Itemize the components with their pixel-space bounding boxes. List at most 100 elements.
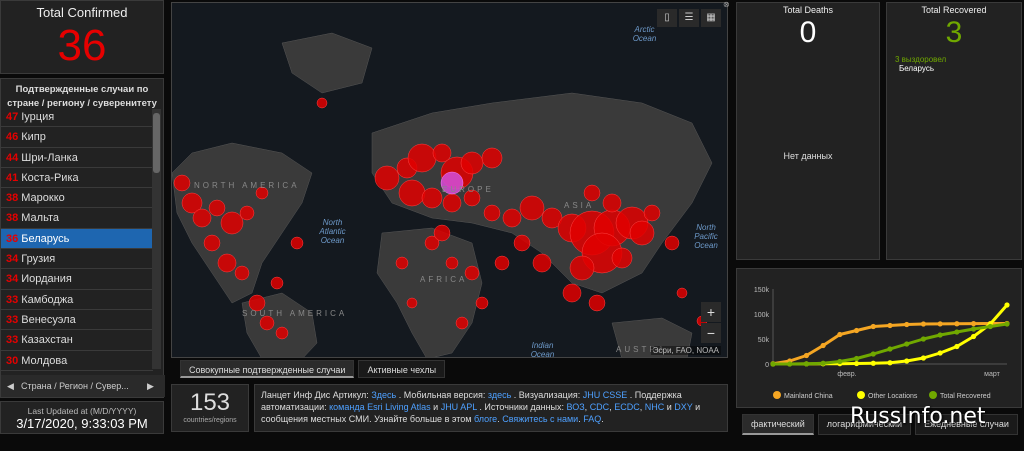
- prev-arrow-icon[interactable]: ◀: [7, 375, 14, 397]
- case-bubble[interactable]: [291, 237, 303, 249]
- country-row[interactable]: 36Беларусь: [1, 229, 153, 249]
- case-bubble[interactable]: [589, 295, 605, 311]
- case-bubble[interactable]: [665, 236, 679, 250]
- scroll-thumb[interactable]: [153, 113, 160, 173]
- case-bubble[interactable]: [503, 209, 521, 227]
- case-bubble[interactable]: [434, 225, 450, 241]
- country-row[interactable]: 46Кипр: [1, 127, 153, 147]
- series-line-3: [923, 335, 940, 339]
- case-bubble[interactable]: [603, 194, 621, 212]
- ocean-label-north-pacific: North Pacific Ocean: [686, 223, 726, 250]
- info-link-nhc[interactable]: NHC: [645, 402, 665, 412]
- case-bubble[interactable]: [193, 209, 211, 227]
- info-link-ecdc[interactable]: ECDC: [614, 402, 640, 412]
- case-bubble[interactable]: [407, 298, 417, 308]
- next-arrow-icon[interactable]: ▶: [147, 375, 154, 397]
- info-link-dxy[interactable]: DXY: [674, 402, 692, 412]
- case-bubble[interactable]: [563, 284, 581, 302]
- case-bubble[interactable]: [408, 144, 436, 172]
- scrollbar[interactable]: [152, 109, 161, 369]
- country-row[interactable]: 38Марокко: [1, 188, 153, 208]
- country-count: 41: [6, 172, 18, 184]
- case-bubble[interactable]: [271, 277, 283, 289]
- tab-actual[interactable]: фактический: [742, 414, 814, 435]
- series-line-3: [823, 362, 840, 364]
- info-link-jhu-apl[interactable]: JHU APL: [441, 402, 477, 412]
- legend-list-icon[interactable]: ☰: [679, 9, 699, 27]
- country-row[interactable]: 38Мальта: [1, 208, 153, 228]
- info-link-blog[interactable]: блоге: [474, 414, 497, 424]
- info-link-mobile[interactable]: здесь: [488, 390, 511, 400]
- case-bubble[interactable]: [461, 152, 483, 174]
- case-bubble[interactable]: [584, 185, 600, 201]
- case-bubble[interactable]: [375, 166, 399, 190]
- case-bubble[interactable]: [677, 288, 687, 298]
- series-line-3: [957, 329, 974, 332]
- case-bubble[interactable]: [630, 221, 654, 245]
- series-line-2: [940, 347, 957, 354]
- case-bubble[interactable]: [260, 316, 274, 330]
- info-link-cdc[interactable]: CDC: [590, 402, 610, 412]
- info-text: . Источники данных:: [479, 402, 564, 412]
- case-bubble[interactable]: [209, 200, 225, 216]
- country-row[interactable]: 30Молдова: [1, 351, 153, 371]
- case-bubble[interactable]: [520, 196, 544, 220]
- case-bubble[interactable]: [446, 257, 458, 269]
- tab-active-cases[interactable]: Активные чехлы: [358, 360, 445, 378]
- world-map[interactable]: Arctic Ocean North Atlantic Ocean North …: [171, 2, 728, 358]
- case-bubble[interactable]: [218, 254, 236, 272]
- recovered-count-line: 3 выздоровел: [887, 55, 1021, 64]
- basemap-grid-icon[interactable]: ▦: [701, 9, 721, 27]
- case-bubble[interactable]: [276, 327, 288, 339]
- case-bubble[interactable]: [396, 257, 408, 269]
- case-bubble[interactable]: [399, 180, 425, 206]
- country-row[interactable]: 34Иордания: [1, 269, 153, 289]
- country-row[interactable]: 33Камбоджа: [1, 290, 153, 310]
- info-link-who[interactable]: ВОЗ: [567, 402, 585, 412]
- info-link-contact[interactable]: Свяжитесь с нами: [502, 414, 578, 424]
- tab-cumulative-cases[interactable]: Совокупные подтвержденные случаи: [180, 360, 354, 378]
- x-tick-label: март: [984, 371, 1000, 378]
- case-bubble[interactable]: [570, 256, 594, 280]
- total-deaths-label: Total Deaths: [737, 5, 879, 15]
- total-deaths-value: 0: [737, 15, 879, 51]
- case-bubble[interactable]: [484, 205, 500, 221]
- case-bubble[interactable]: [235, 266, 249, 280]
- total-confirmed-label: Total Confirmed: [1, 5, 163, 20]
- case-bubble[interactable]: [221, 212, 243, 234]
- zoom-controls: + −: [701, 301, 721, 343]
- zoom-out-button[interactable]: −: [701, 323, 721, 343]
- no-data-text: Нет данных: [737, 151, 879, 161]
- country-row[interactable]: 33Венесуэла: [1, 310, 153, 330]
- series-line-2: [907, 358, 924, 361]
- case-bubble[interactable]: [443, 194, 461, 212]
- country-row[interactable]: 33Казахстан: [1, 330, 153, 350]
- country-row[interactable]: 44Шри-Ланка: [1, 148, 153, 168]
- info-link-article[interactable]: Здесь: [371, 390, 396, 400]
- info-link-jhu-csse[interactable]: JHU CSSE: [583, 390, 628, 400]
- case-bubble[interactable]: [174, 175, 190, 191]
- bookmark-icon[interactable]: ▯: [657, 9, 677, 27]
- info-link-faq[interactable]: FAQ: [583, 414, 601, 424]
- series-line-2: [990, 305, 1007, 324]
- case-bubble[interactable]: [240, 206, 254, 220]
- continent-label-south-america: SOUTH AMERICA: [242, 309, 347, 318]
- case-bubble[interactable]: [495, 256, 509, 270]
- country-row[interactable]: 47Іурция: [1, 107, 153, 127]
- country-row[interactable]: 41Коста-Рика: [1, 168, 153, 188]
- series-line-2: [890, 361, 907, 363]
- zoom-in-button[interactable]: +: [701, 302, 721, 322]
- case-bubble[interactable]: [456, 317, 468, 329]
- case-bubble[interactable]: [514, 235, 530, 251]
- case-bubble[interactable]: [612, 248, 632, 268]
- case-bubble[interactable]: [204, 235, 220, 251]
- info-link-esri[interactable]: команда Esri Living Atlas: [329, 402, 431, 412]
- case-bubble[interactable]: [476, 297, 488, 309]
- case-bubble[interactable]: [317, 98, 327, 108]
- case-bubble[interactable]: [482, 148, 502, 168]
- case-bubble[interactable]: [422, 188, 442, 208]
- country-row[interactable]: 34Грузия: [1, 249, 153, 269]
- close-icon[interactable]: ⊗: [723, 0, 733, 10]
- case-bubble[interactable]: [644, 205, 660, 221]
- case-bubble[interactable]: [533, 254, 551, 272]
